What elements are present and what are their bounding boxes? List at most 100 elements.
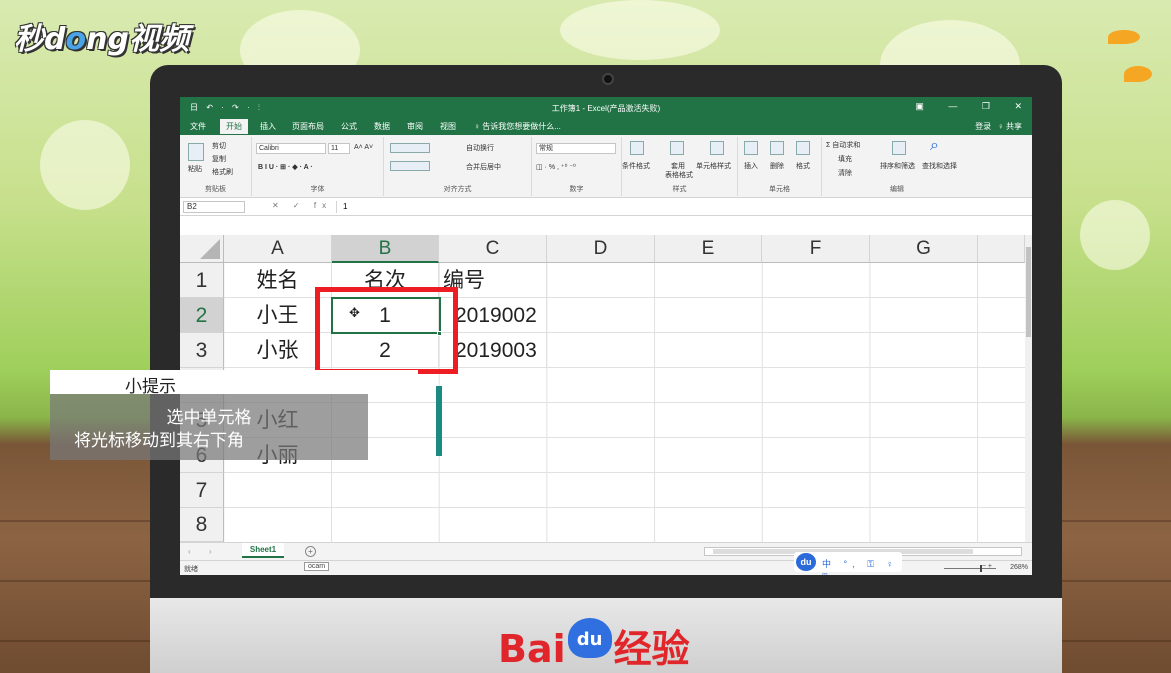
cut-button[interactable]: 剪切 [212, 141, 226, 151]
add-sheet-button[interactable]: + [305, 546, 316, 557]
table-format-label-2[interactable]: 表格格式 [665, 170, 693, 180]
vertical-align-icons[interactable] [390, 143, 430, 153]
cells-group: 插入 删除 格式 单元格 [738, 137, 822, 196]
webcam-icon [602, 73, 614, 85]
editing-group: Σ 自动求和 填充 清除 排序和筛选 ⌕ 查找和选择 编辑 [826, 137, 957, 193]
column-header[interactable]: B [332, 235, 439, 263]
tab-insert[interactable]: 插入 [260, 121, 276, 132]
find-search-icon[interactable]: ⌕ [930, 137, 939, 155]
tip-line-1: 选中单元格 [166, 408, 252, 428]
delete-cells-icon[interactable] [770, 141, 784, 155]
ribbon-tabs: 文件 开始 插入 页面布局 公式 数据 审阅 视图 ♀ 告诉我您想要做什么...… [180, 117, 1032, 135]
alignment-group: 自动换行 合并后居中 对齐方式 [384, 137, 532, 196]
ime-toolbar: du 中 °, ⚿ ♀ ⊞ [794, 552, 902, 575]
column-header[interactable]: E [655, 235, 762, 263]
row-header[interactable]: 7 [180, 473, 224, 508]
title-bar: 日 ↶ · ↷ · ⫶ 工作簿1 - Excel(产品激活失败) ▣ — ❐ ✕ [180, 97, 1032, 117]
name-box[interactable]: B2 [183, 201, 245, 213]
ime-tools[interactable]: 中 °, ⚿ ♀ ⊞ [822, 557, 902, 575]
tip-line-2: 将光标移动到其右下角 [74, 431, 244, 451]
styles-group: 条件格式 套用 表格格式 单元格样式 样式 [622, 137, 738, 196]
tell-me-search[interactable]: ♀ 告诉我您想要做什么... [474, 121, 561, 132]
ribbon-home: 粘贴 剪切 复制 格式刷 剪贴板 Calibri 11 A˄ A˅ B I U … [180, 135, 1032, 198]
column-header[interactable]: G [870, 235, 978, 263]
account-area: 登录 ♀ 共享 [975, 121, 1022, 132]
sort-filter-icon[interactable] [892, 141, 906, 155]
font-size-select[interactable]: 11 [328, 143, 350, 154]
row-header[interactable]: 8 [180, 508, 224, 542]
restore-icon[interactable]: ❐ [982, 101, 990, 111]
number-format-select[interactable]: 常规 [536, 143, 616, 154]
tip-title: 小提示 [125, 377, 176, 397]
select-all-corner[interactable] [180, 235, 224, 263]
number-format-buttons[interactable]: ◫ · % , ⁺⁰ ⁻⁰ [536, 163, 576, 171]
cell-styles-button[interactable]: 单元格样式 [696, 161, 731, 171]
tab-review[interactable]: 审阅 [407, 121, 423, 132]
tab-home[interactable]: 开始 [220, 119, 248, 134]
cell-styles-icon[interactable] [710, 141, 724, 155]
baidu-ime-icon[interactable]: du [796, 553, 816, 571]
copy-button[interactable]: 复制 [212, 154, 226, 164]
wrap-text-button[interactable]: 自动换行 [466, 143, 494, 153]
brand-logo: 秒dong视频 [14, 22, 189, 57]
paste-icon[interactable] [188, 143, 204, 161]
ribbon-display-icon[interactable]: ▣ [915, 101, 924, 111]
excel-window: 日 ↶ · ↷ · ⫶ 工作簿1 - Excel(产品激活失败) ▣ — ❐ ✕… [180, 97, 1032, 575]
autosum-button[interactable]: Σ 自动求和 [826, 140, 860, 150]
sheet-nav-arrows[interactable]: ‹ › [188, 547, 220, 556]
sheet-tab-sheet1[interactable]: Sheet1 [242, 543, 284, 558]
formula-bar: B2 ✕ ✓ fx 1 [180, 198, 1032, 216]
zoom-slider-knob[interactable] [980, 565, 982, 572]
ocam-label: ocam [304, 562, 330, 571]
zoom-slider[interactable] [944, 568, 996, 569]
insert-cells-icon[interactable] [744, 141, 758, 155]
format-painter-button[interactable]: 格式刷 [212, 167, 233, 177]
tab-page-layout[interactable]: 页面布局 [292, 121, 324, 132]
tip-overlay: 小提示 选中单元格 将光标移动到其右下角 [50, 370, 418, 460]
login-link[interactable]: 登录 [975, 122, 991, 131]
minimize-icon[interactable]: — [948, 101, 957, 111]
baidu-jingyan-logo: Bai du 经验 [498, 618, 690, 673]
merge-center-button[interactable]: 合并后居中 [466, 162, 501, 172]
column-header[interactable]: D [547, 235, 655, 263]
vertical-scrollbar[interactable] [1025, 235, 1032, 542]
row-header[interactable]: 1 [180, 263, 224, 298]
fill-button[interactable]: 填充 [838, 154, 852, 164]
tab-data[interactable]: 数据 [374, 121, 390, 132]
tab-view[interactable]: 视图 [440, 121, 456, 132]
tab-formulas[interactable]: 公式 [341, 121, 357, 132]
font-name-select[interactable]: Calibri [256, 143, 326, 154]
delete-cells-button[interactable]: 删除 [770, 161, 784, 171]
conditional-format-button[interactable]: 条件格式 [622, 161, 650, 171]
sheet-bar: ‹ › Sheet1 + [180, 542, 1032, 560]
format-cells-button[interactable]: 格式 [796, 161, 810, 171]
column-header[interactable]: F [762, 235, 870, 263]
insert-cells-button[interactable]: 插入 [744, 161, 758, 171]
conditional-format-icon[interactable] [630, 141, 644, 155]
tab-file[interactable]: 文件 [190, 121, 206, 132]
formula-input[interactable]: 1 [336, 201, 1022, 213]
table-format-icon[interactable] [670, 141, 684, 155]
font-format-buttons[interactable]: B I U · ⊞ · ◆ · A · [258, 163, 313, 171]
column-header[interactable] [978, 235, 1025, 263]
sort-filter-button[interactable]: 排序和筛选 [880, 161, 915, 171]
column-header[interactable]: C [439, 235, 547, 263]
row-header[interactable]: 2 [180, 298, 224, 333]
paste-button[interactable]: 粘贴 [188, 164, 202, 174]
orange-leaf-icon [1108, 30, 1140, 44]
font-size-grow-shrink[interactable]: A˄ A˅ [354, 144, 373, 151]
zoom-level[interactable]: 268% [1010, 564, 1028, 571]
horizontal-align-icons[interactable] [390, 161, 430, 171]
status-bar: 就绪 ocam du 中 °, ⚿ ♀ ⊞ − + 268% [180, 552, 1032, 575]
find-select-button[interactable]: 查找和选择 [922, 161, 957, 171]
clipboard-group: 粘贴 剪切 复制 格式刷 剪贴板 [180, 137, 252, 196]
clear-button[interactable]: 清除 [838, 168, 852, 178]
orange-leaf-icon [1124, 66, 1152, 82]
row-header[interactable]: 3 [180, 333, 224, 368]
close-icon[interactable]: ✕ [1014, 101, 1022, 111]
format-cells-icon[interactable] [796, 141, 810, 155]
share-button[interactable]: ♀ 共享 [998, 122, 1022, 131]
formula-buttons[interactable]: ✕ ✓ fx [272, 201, 332, 210]
column-header[interactable]: A [224, 235, 332, 263]
highlight-box [315, 287, 458, 374]
